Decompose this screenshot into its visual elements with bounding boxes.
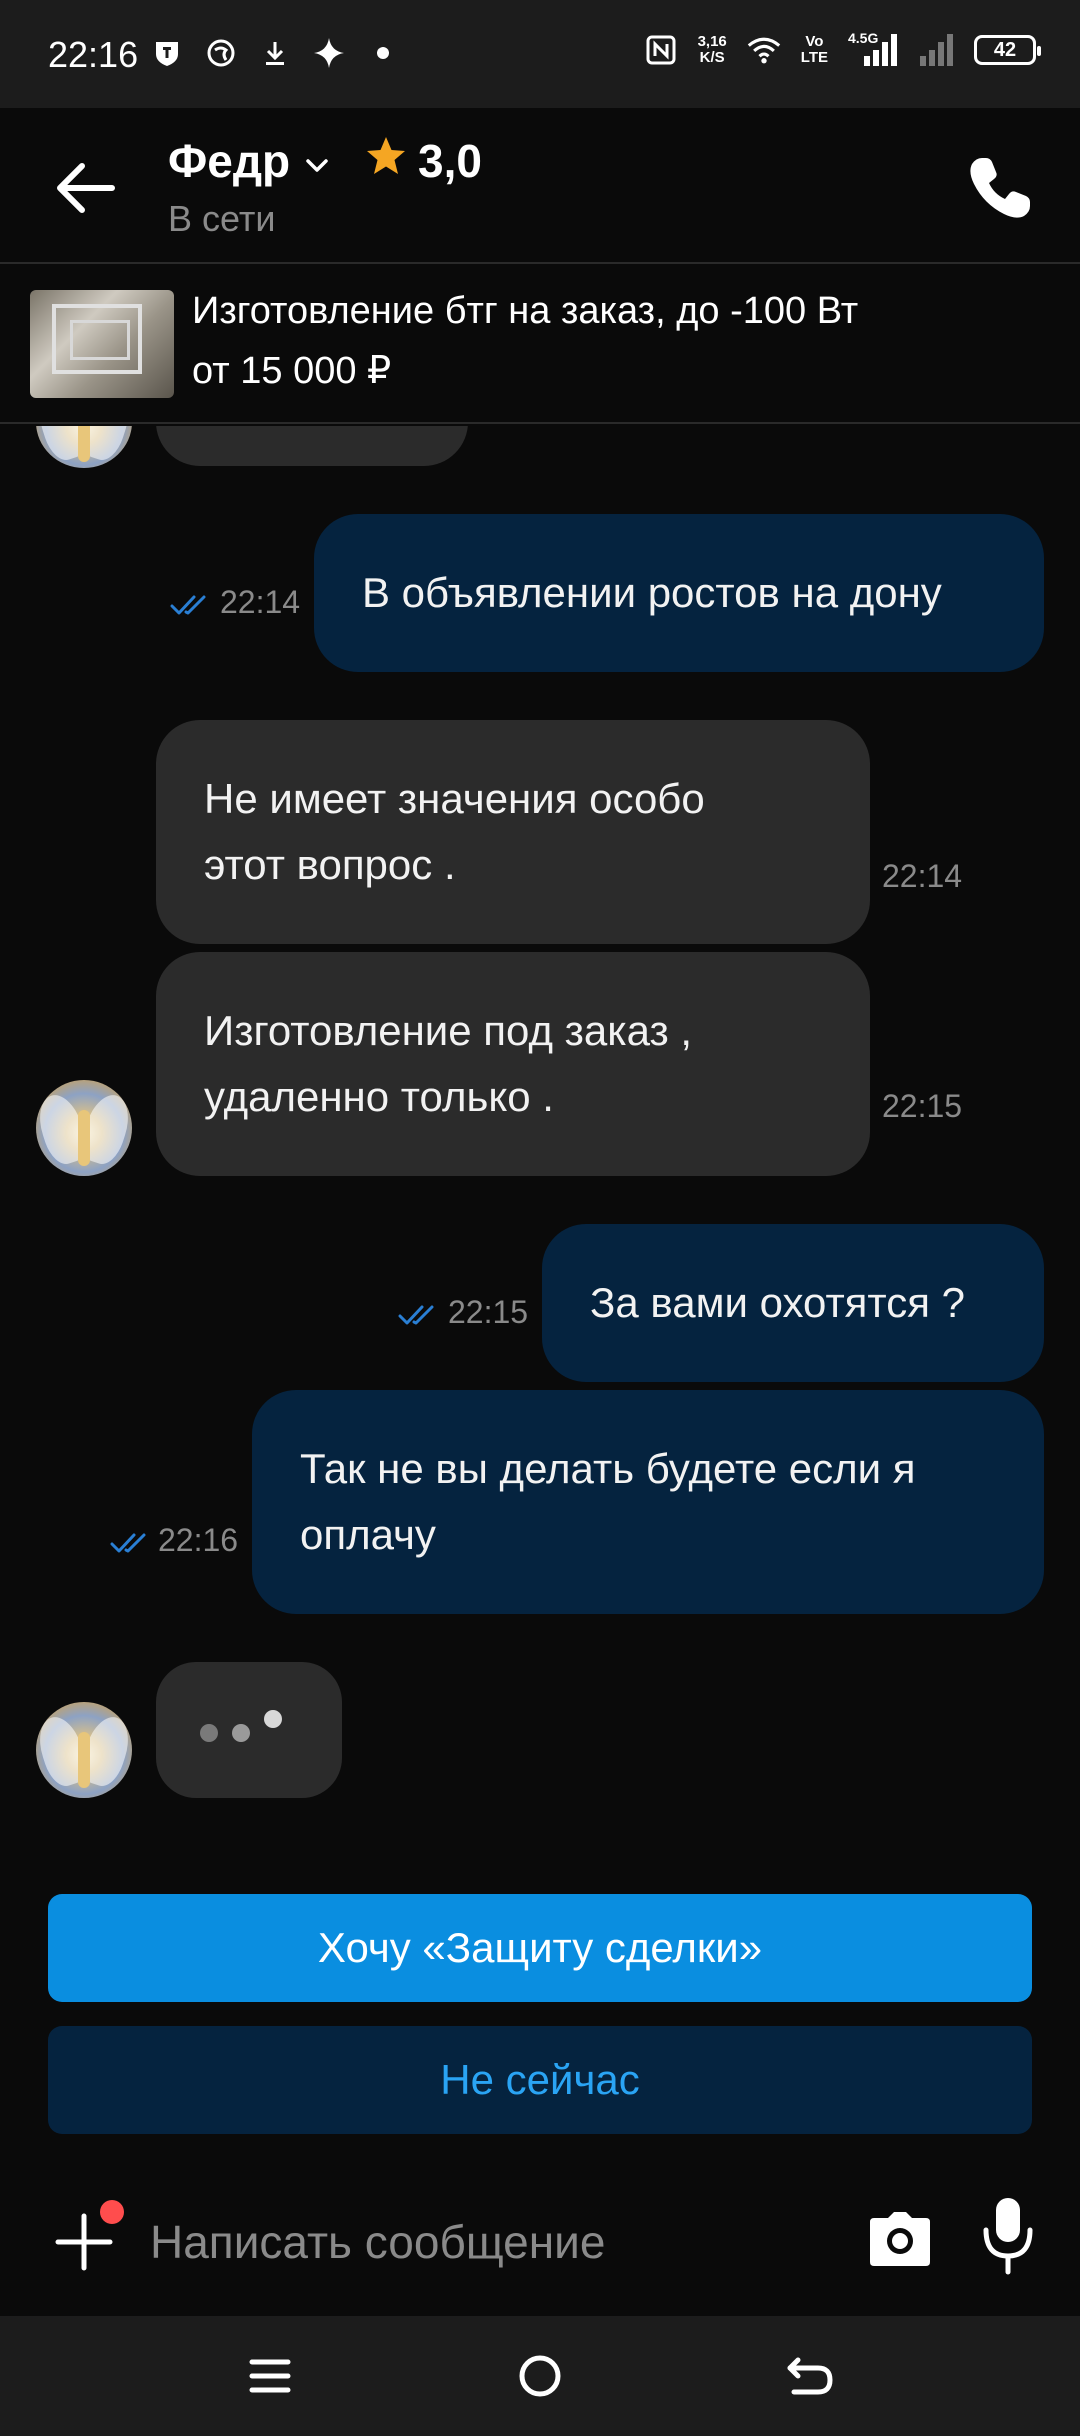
listing-title[interactable]: Изготовление бтг на заказ, до -100 Вт: [192, 290, 858, 333]
notification-dot: [100, 2200, 124, 2224]
system-status-icons: 3,16 K/S Vo LTE 4.5G 42: [644, 30, 1041, 68]
status-bar: 22:16 3,16 K/S Vo LTE 4.5G 42: [0, 0, 1080, 108]
signal-strength-2-icon: [920, 32, 954, 68]
listing-card[interactable]: Изготовление бтг на заказ, до -100 Вт от…: [0, 266, 1080, 424]
listing-price: от 15 000 ₽: [192, 350, 392, 392]
avatar-figure: [78, 1110, 90, 1166]
typing-dot: [232, 1724, 250, 1742]
double-check-icon: [170, 595, 206, 615]
message-text: В объявлении ростов на дону: [362, 569, 942, 616]
battery-indicator: 42: [974, 35, 1041, 65]
back-arrow-icon[interactable]: [50, 158, 120, 218]
shield-notification-icon: [150, 36, 184, 70]
safe-deal-button[interactable]: Хочу «Защиту сделки»: [48, 1894, 1032, 2002]
message-time: 22:16: [158, 1522, 239, 1558]
message-bubble-outgoing[interactable]: Так не вы делать будете если я оплачу: [252, 1390, 1044, 1614]
network-speed-unit: K/S: [699, 49, 725, 66]
online-status: В сети: [168, 198, 276, 239]
volte-top: Vo: [805, 33, 824, 50]
message-bubble-outgoing[interactable]: За вами охотятся ?: [542, 1224, 1044, 1382]
not-now-button[interactable]: Не сейчас: [48, 2026, 1032, 2134]
message-bubble-incoming[interactable]: Не имеет значения особо этот вопрос .: [156, 720, 870, 944]
nfc-icon: [644, 33, 678, 67]
message-input[interactable]: [150, 2210, 850, 2274]
download-icon: [258, 36, 292, 70]
avatar[interactable]: [36, 1702, 132, 1798]
message-time: 22:14: [882, 858, 963, 894]
message-text: Изготовление под заказ ,: [204, 1007, 693, 1054]
double-check-icon: [398, 1305, 434, 1325]
message-time: 22:14: [220, 584, 301, 620]
avatar-figure: [78, 1732, 90, 1788]
home-icon[interactable]: [508, 2346, 572, 2406]
wifi-icon: [747, 33, 781, 67]
more-dot-icon: [366, 36, 400, 70]
listing-thumbnail[interactable]: [30, 290, 174, 398]
message-bubble-incoming[interactable]: Изготовление под заказ , удаленно только…: [156, 952, 870, 1176]
chevron-down-icon[interactable]: [302, 150, 332, 180]
notification-icons: [150, 36, 400, 70]
mic-icon[interactable]: [980, 2194, 1036, 2278]
typing-indicator: [156, 1662, 342, 1798]
message-text: этот вопрос .: [204, 841, 456, 888]
system-navigation-bar: [0, 2316, 1080, 2436]
contact-name[interactable]: Федр: [168, 134, 290, 188]
chat-header: Федр 3,0 В сети: [0, 108, 1080, 264]
phone-icon[interactable]: [964, 152, 1036, 224]
seller-rating: 3,0: [418, 135, 482, 187]
network-speed: 3,16 K/S: [698, 34, 727, 66]
message-composer: [0, 2170, 1080, 2314]
camera-icon[interactable]: [866, 2206, 934, 2274]
double-check-icon: [110, 1533, 146, 1553]
message-bubble-outgoing[interactable]: В объявлении ростов на дону: [314, 514, 1044, 672]
message-text: оплачу: [300, 1511, 436, 1558]
signal-strength-icon: 4.5G: [848, 30, 900, 68]
star-icon: [367, 137, 405, 174]
message-text: удаленно только .: [204, 1073, 554, 1120]
thumbnail-frame-inner: [70, 320, 130, 360]
message-text: За вами охотятся ?: [590, 1279, 965, 1326]
status-time: 22:16: [48, 34, 139, 75]
volte-bottom: LTE: [800, 49, 828, 66]
typing-dot: [200, 1724, 218, 1742]
back-icon[interactable]: [778, 2346, 842, 2406]
menu-icon[interactable]: [238, 2346, 302, 2406]
message-text: Не имеет значения особо: [204, 775, 705, 822]
message-time: 22:15: [448, 1294, 529, 1330]
sparkle-icon: [312, 36, 346, 70]
volte-indicator: Vo LTE: [801, 34, 828, 66]
message-text: Так не вы делать будете если я: [300, 1445, 916, 1492]
avatar[interactable]: [36, 1080, 132, 1176]
globe-notification-icon: [204, 36, 238, 70]
network-speed-value: 3,16: [697, 33, 727, 50]
typing-dot: [264, 1710, 282, 1728]
message-time: 22:15: [882, 1088, 963, 1124]
